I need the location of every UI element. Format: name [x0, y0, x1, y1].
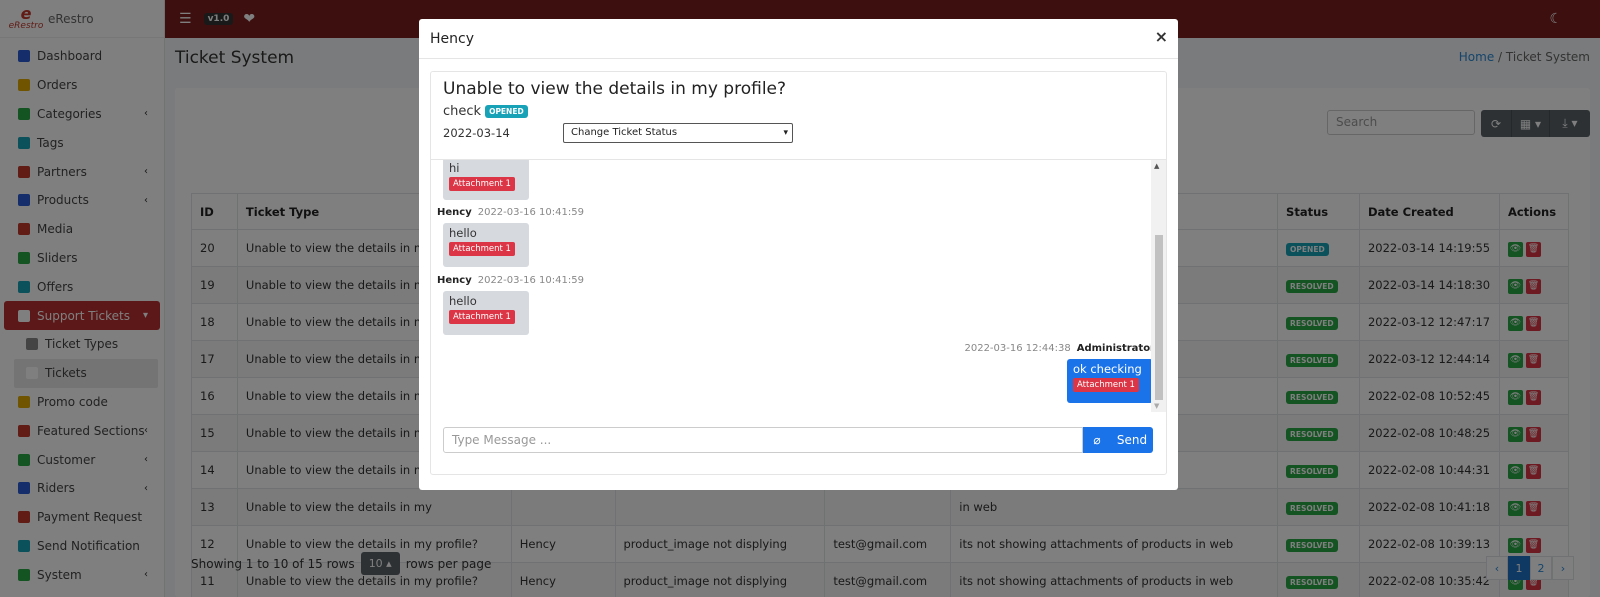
close-icon[interactable]: × — [1155, 27, 1168, 46]
ticket-check-text: check — [443, 104, 482, 119]
message-meta: Hency 2022-03-16 10:41:59 — [437, 275, 584, 286]
message-author: Administrator — [1076, 343, 1153, 354]
modal-title: Hency — [430, 30, 474, 47]
message-time: 2022-03-16 10:41:59 — [477, 275, 584, 286]
chat-bubble: hello Attachment 1 — [443, 223, 529, 267]
ticket-date: 2022-03-14 — [443, 126, 510, 140]
chevron-down-icon: ▾ — [783, 128, 788, 138]
message-author: Hency — [437, 275, 472, 286]
message-input[interactable]: Type Message ... — [443, 427, 1083, 453]
ticket-header: Unable to view the details in my profile… — [431, 72, 1166, 160]
message-meta: 2022-03-16 12:44:38 Administrator — [964, 343, 1153, 354]
scroll-down-icon[interactable]: ▼ — [1154, 402, 1159, 410]
chat-bubble: hello Attachment 1 — [443, 291, 529, 335]
message-compose: Type Message ... ⌀ Send — [443, 427, 1153, 453]
send-button[interactable]: Send — [1111, 427, 1153, 453]
attachment-link[interactable]: Attachment 1 — [449, 310, 515, 324]
attach-button[interactable]: ⌀ — [1083, 427, 1111, 453]
ticket-status-select[interactable]: Change Ticket Status ▾ — [563, 123, 793, 143]
chat-bubble: hi Attachment 1 — [443, 160, 529, 200]
message-time: 2022-03-16 12:44:38 — [964, 343, 1071, 354]
attachment-link[interactable]: Attachment 1 — [449, 242, 515, 256]
chat-scrollbar[interactable]: ▲ ▼ — [1151, 160, 1166, 412]
modal-header: Hency — [419, 19, 1178, 59]
chat-messages[interactable]: hi Attachment 1 Hency 2022-03-16 10:41:59… — [431, 160, 1153, 412]
ticket-description: check OPENED — [443, 104, 528, 119]
attachment-link[interactable]: Attachment 1 — [1073, 378, 1139, 392]
ticket-modal: Hency × Unable to view the details in my… — [419, 19, 1178, 490]
scrollbar-thumb[interactable] — [1155, 235, 1163, 400]
message-time: 2022-03-16 10:41:59 — [477, 207, 584, 218]
message-author: Hency — [437, 207, 472, 218]
paperclip-icon: ⌀ — [1093, 433, 1101, 447]
ticket-chat-card: Unable to view the details in my profile… — [430, 71, 1167, 475]
ticket-subject: Unable to view the details in my profile… — [443, 79, 787, 99]
attachment-link[interactable]: Attachment 1 — [449, 177, 515, 191]
status-badge: OPENED — [485, 105, 528, 118]
chat-bubble-admin: ok checking Attachment 1 — [1067, 359, 1153, 403]
scroll-up-icon[interactable]: ▲ — [1154, 162, 1159, 170]
message-meta: Hency 2022-03-16 10:41:59 — [437, 207, 584, 218]
